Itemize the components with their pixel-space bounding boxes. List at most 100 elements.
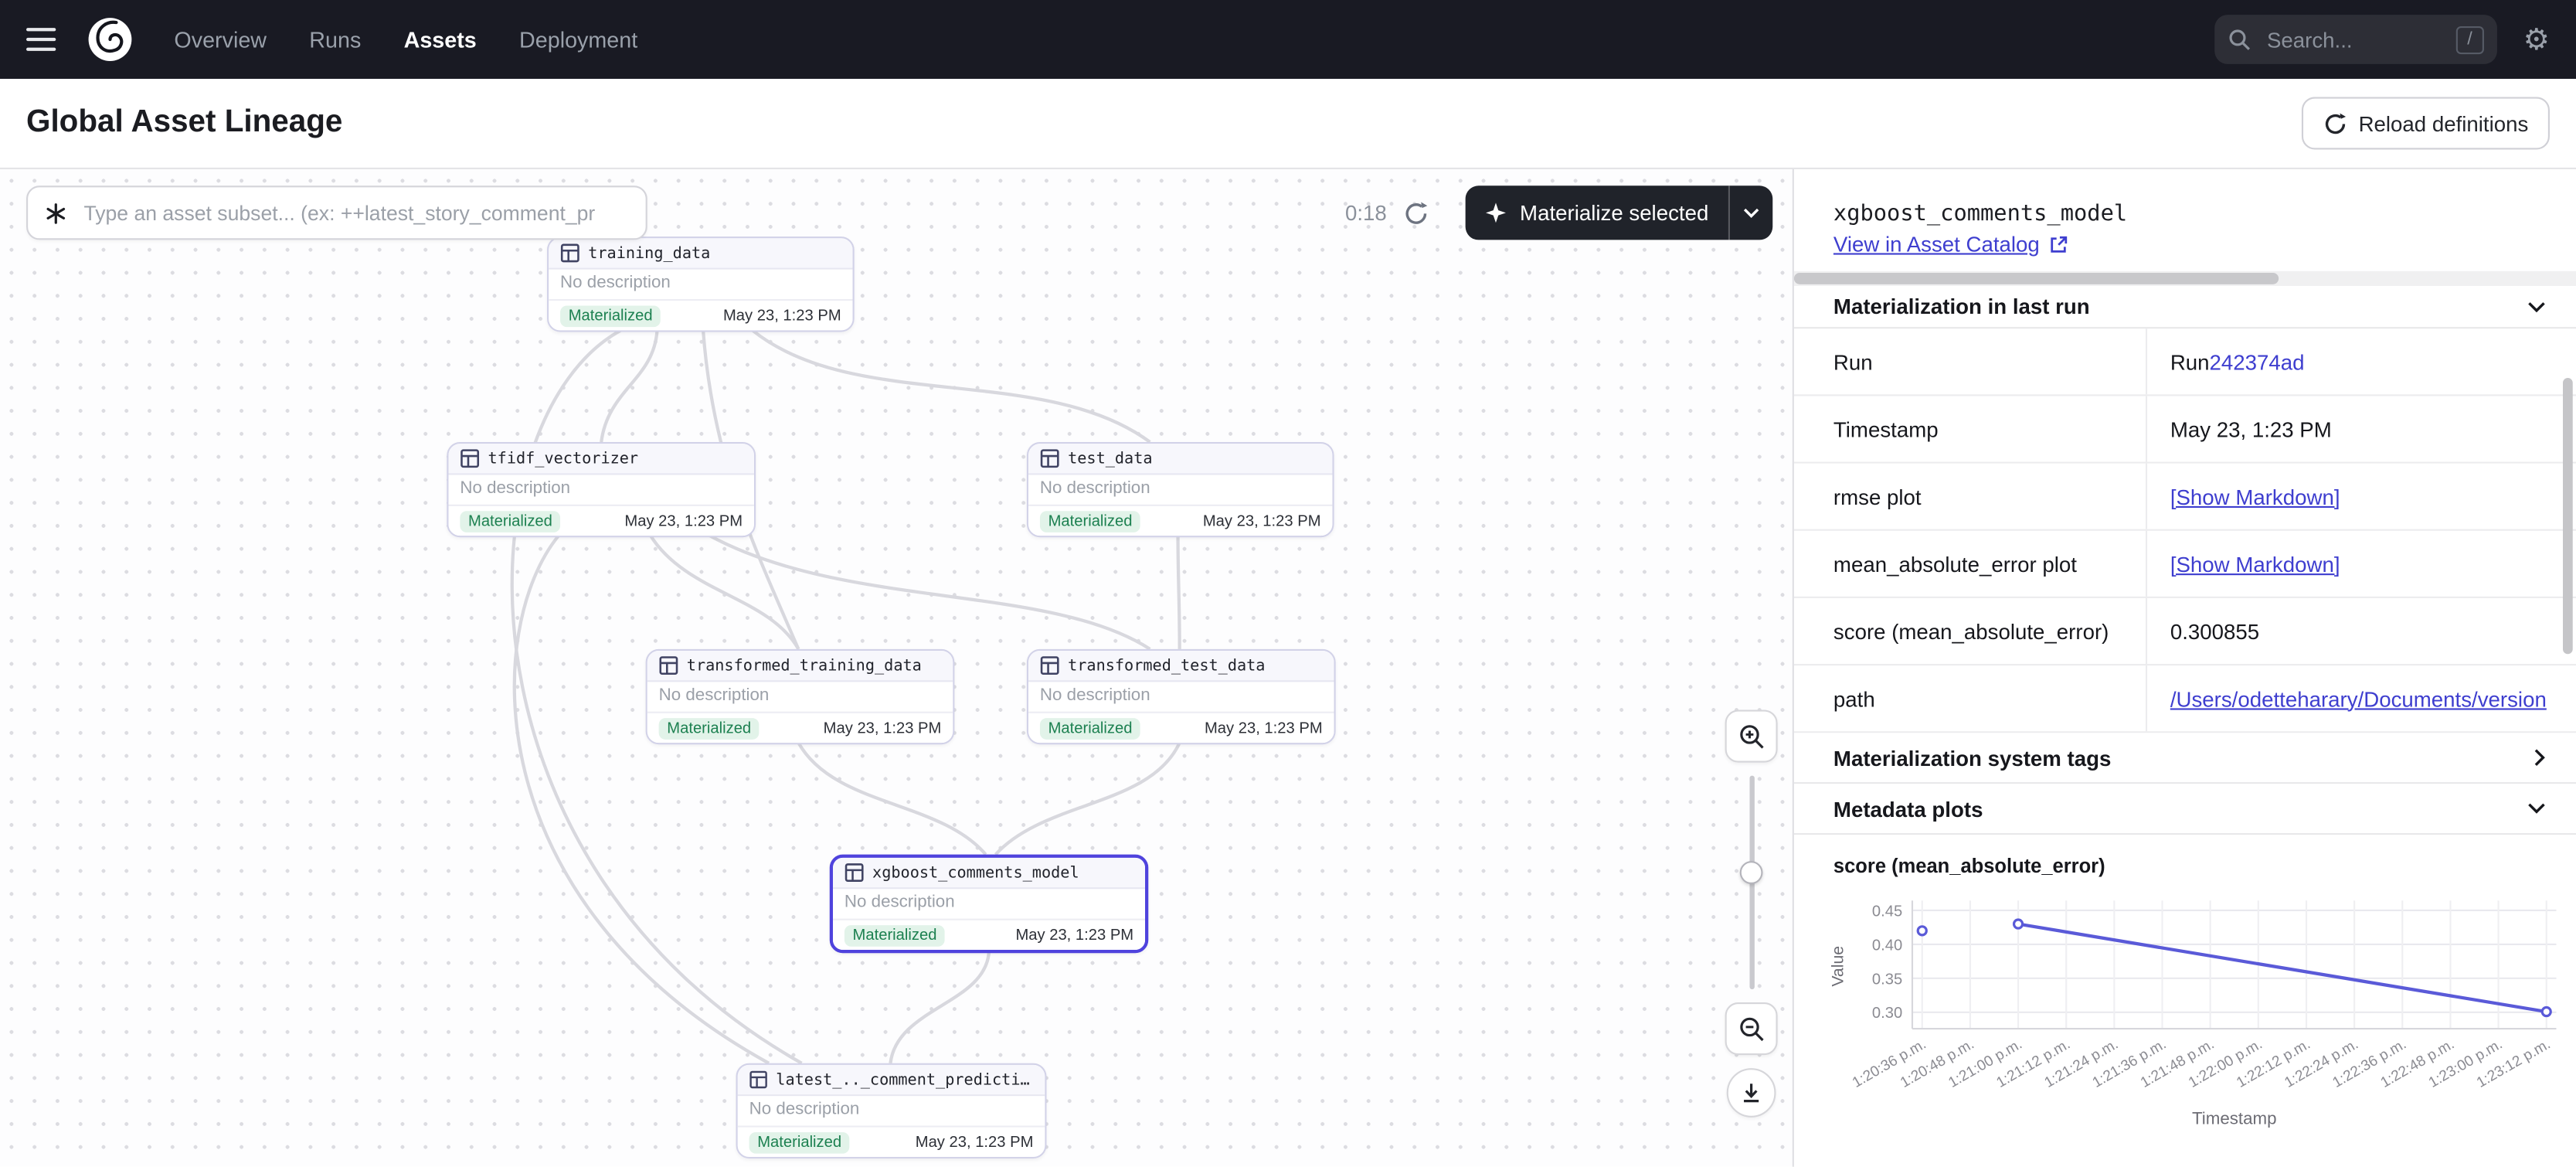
recenter-button[interactable] (1727, 1068, 1776, 1118)
metadata-label: rmse plot (1794, 464, 2146, 529)
chevron-right-icon (2534, 747, 2547, 767)
menu-icon[interactable] (26, 28, 56, 51)
horizontal-scrollbar-thumb[interactable] (1794, 273, 2279, 284)
selected-asset-title: xgboost_comments_model (1833, 200, 2537, 226)
run-id-link[interactable]: 242374ad (2210, 349, 2305, 374)
svg-text:0.30: 0.30 (1872, 1005, 1902, 1022)
asset-node-latest-comment-predictions[interactable]: latest_.._comment_predictions No descrip… (736, 1063, 1047, 1158)
refresh-graph-icon[interactable] (1403, 199, 1429, 226)
page-header: Global Asset Lineage Reload definitions (0, 79, 2576, 169)
asset-description: No description (833, 889, 1145, 918)
table-icon (1040, 448, 1060, 468)
metadata-row-mae-plot: mean_absolute_error plot [Show Markdown] (1794, 531, 2576, 598)
asset-node-transformed-test-data[interactable]: transformed_test_data No description Mat… (1027, 649, 1336, 744)
metadata-value: 0.300855 (2146, 598, 2576, 664)
asset-timestamp: May 23, 1:23 PM (1015, 926, 1133, 944)
panel-horizontal-scrollbar[interactable] (1794, 271, 2576, 286)
metadata-row-score: score (mean_absolute_error) 0.300855 (1794, 598, 2576, 665)
asset-name-label: xgboost_comments_model (872, 863, 1079, 881)
settings-gear-icon[interactable]: ⚙ (2523, 25, 2550, 54)
asset-name-label: training_data (588, 244, 710, 262)
zoom-out-button[interactable] (1725, 1002, 1778, 1055)
asset-node-xgboost-comments-model[interactable]: xgboost_comments_model No description Ma… (830, 855, 1148, 954)
svg-text:0.45: 0.45 (1872, 903, 1902, 920)
search-shortcut-hint: / (2455, 26, 2483, 53)
asset-timestamp: May 23, 1:23 PM (916, 1133, 1034, 1151)
zoom-in-button[interactable] (1725, 710, 1778, 763)
svg-text:Timestamp: Timestamp (2192, 1108, 2277, 1128)
search-input[interactable] (2264, 26, 2443, 53)
asset-timestamp: May 23, 1:23 PM (723, 307, 841, 325)
chevron-down-icon (2527, 300, 2547, 313)
materialize-selected-button[interactable]: Materialize selected (1466, 185, 1772, 240)
dagster-logo-icon (86, 15, 135, 64)
asset-node-training-data[interactable]: training_data No description Materialize… (547, 236, 855, 332)
asset-node-test-data[interactable]: test_data No description MaterializedMay… (1027, 442, 1334, 537)
metadata-row-timestamp: Timestamp May 23, 1:23 PM (1794, 396, 2576, 463)
op-selector-icon (44, 201, 67, 224)
asset-timestamp: May 23, 1:23 PM (1203, 512, 1321, 529)
materialized-badge: Materialized (659, 717, 760, 739)
metadata-plot-title: score (mean_absolute_error) (1833, 855, 2576, 878)
view-in-asset-catalog-link[interactable]: View in Asset Catalog (1833, 232, 2040, 257)
asset-timestamp: May 23, 1:23 PM (1205, 719, 1323, 737)
refresh-timer: 0:18 (1345, 200, 1387, 225)
asset-name-label: transformed_training_data (687, 656, 922, 674)
materialized-badge: Materialized (1040, 717, 1140, 739)
materialized-badge: Materialized (1040, 510, 1140, 532)
nav-item-assets[interactable]: Assets (404, 27, 477, 52)
metadata-label: score (mean_absolute_error) (1794, 598, 2146, 664)
metadata-label: mean_absolute_error plot (1794, 531, 2146, 597)
panel-vertical-scrollbar-thumb[interactable] (2563, 378, 2573, 654)
asset-node-transformed-training-data[interactable]: transformed_training_data No description… (646, 649, 955, 744)
materialize-dropdown-caret[interactable] (1730, 185, 1772, 240)
table-icon (560, 243, 580, 264)
materialized-badge: Materialized (560, 305, 661, 326)
asset-name-label: transformed_test_data (1068, 656, 1265, 674)
nav-item-overview[interactable]: Overview (174, 27, 267, 52)
asset-subset-input[interactable] (80, 199, 629, 226)
asset-description: No description (647, 682, 953, 711)
global-search[interactable]: / (2214, 15, 2497, 64)
dagster-logo[interactable] (86, 15, 135, 64)
metadata-row-run: Run Run 242374ad (1794, 328, 2576, 396)
asset-description: No description (448, 475, 753, 504)
materialized-badge: Materialized (460, 510, 560, 532)
show-markdown-link[interactable]: [Show Markdown] (2170, 484, 2340, 509)
zoom-controls (1725, 710, 1778, 1118)
nav-item-deployment[interactable]: Deployment (519, 27, 637, 52)
chevron-down-icon (2527, 802, 2547, 815)
table-icon (749, 1070, 768, 1090)
asset-timestamp: May 23, 1:23 PM (824, 719, 942, 737)
path-link[interactable]: /Users/odetteharary/Documents/version (2170, 686, 2547, 711)
section-materialization-in-last-run[interactable]: Materialization in last run (1794, 286, 2576, 328)
asset-name-label: tfidf_vectorizer (488, 450, 639, 468)
zoom-slider-handle[interactable] (1740, 861, 1763, 884)
metadata-plot-chart: 0.450.400.350.301:20:36 p.m.1:20:48 p.m.… (1804, 881, 2576, 1157)
external-link-icon (2048, 234, 2068, 254)
asset-description: No description (1028, 475, 1332, 504)
section-metadata-plots[interactable]: Metadata plots (1794, 784, 2576, 835)
svg-text:Value: Value (1829, 946, 1847, 987)
sparkle-icon (1485, 202, 1507, 224)
zoom-slider[interactable] (1748, 776, 1753, 989)
top-nav: Overview Runs Assets Deployment / ⚙ (0, 0, 2576, 79)
asset-subset-filter[interactable] (26, 185, 647, 240)
materialized-badge: Materialized (749, 1131, 850, 1153)
metadata-value: May 23, 1:23 PM (2146, 396, 2576, 461)
graph-toolbar: 0:18 Materialize selected (26, 185, 1772, 240)
run-prefix: Run (2170, 349, 2210, 374)
page-title: Global Asset Lineage (26, 105, 342, 141)
reload-definitions-button[interactable]: Reload definitions (2301, 97, 2550, 149)
asset-description: No description (738, 1096, 1045, 1125)
search-icon (2228, 28, 2251, 51)
asset-lineage-graph[interactable]: 0:18 Materialize selected (0, 169, 1793, 1167)
show-markdown-link[interactable]: [Show Markdown] (2170, 551, 2340, 576)
asset-details-panel: xgboost_comments_model View in Asset Cat… (1793, 169, 2576, 1167)
table-icon (845, 862, 865, 883)
asset-node-tfidf-vectorizer[interactable]: tfidf_vectorizer No description Material… (447, 442, 756, 537)
svg-text:0.35: 0.35 (1872, 971, 1902, 988)
metadata-row-path: path /Users/odetteharary/Documents/versi… (1794, 665, 2576, 733)
section-materialization-system-tags[interactable]: Materialization system tags (1794, 733, 2576, 784)
nav-item-runs[interactable]: Runs (309, 27, 361, 52)
